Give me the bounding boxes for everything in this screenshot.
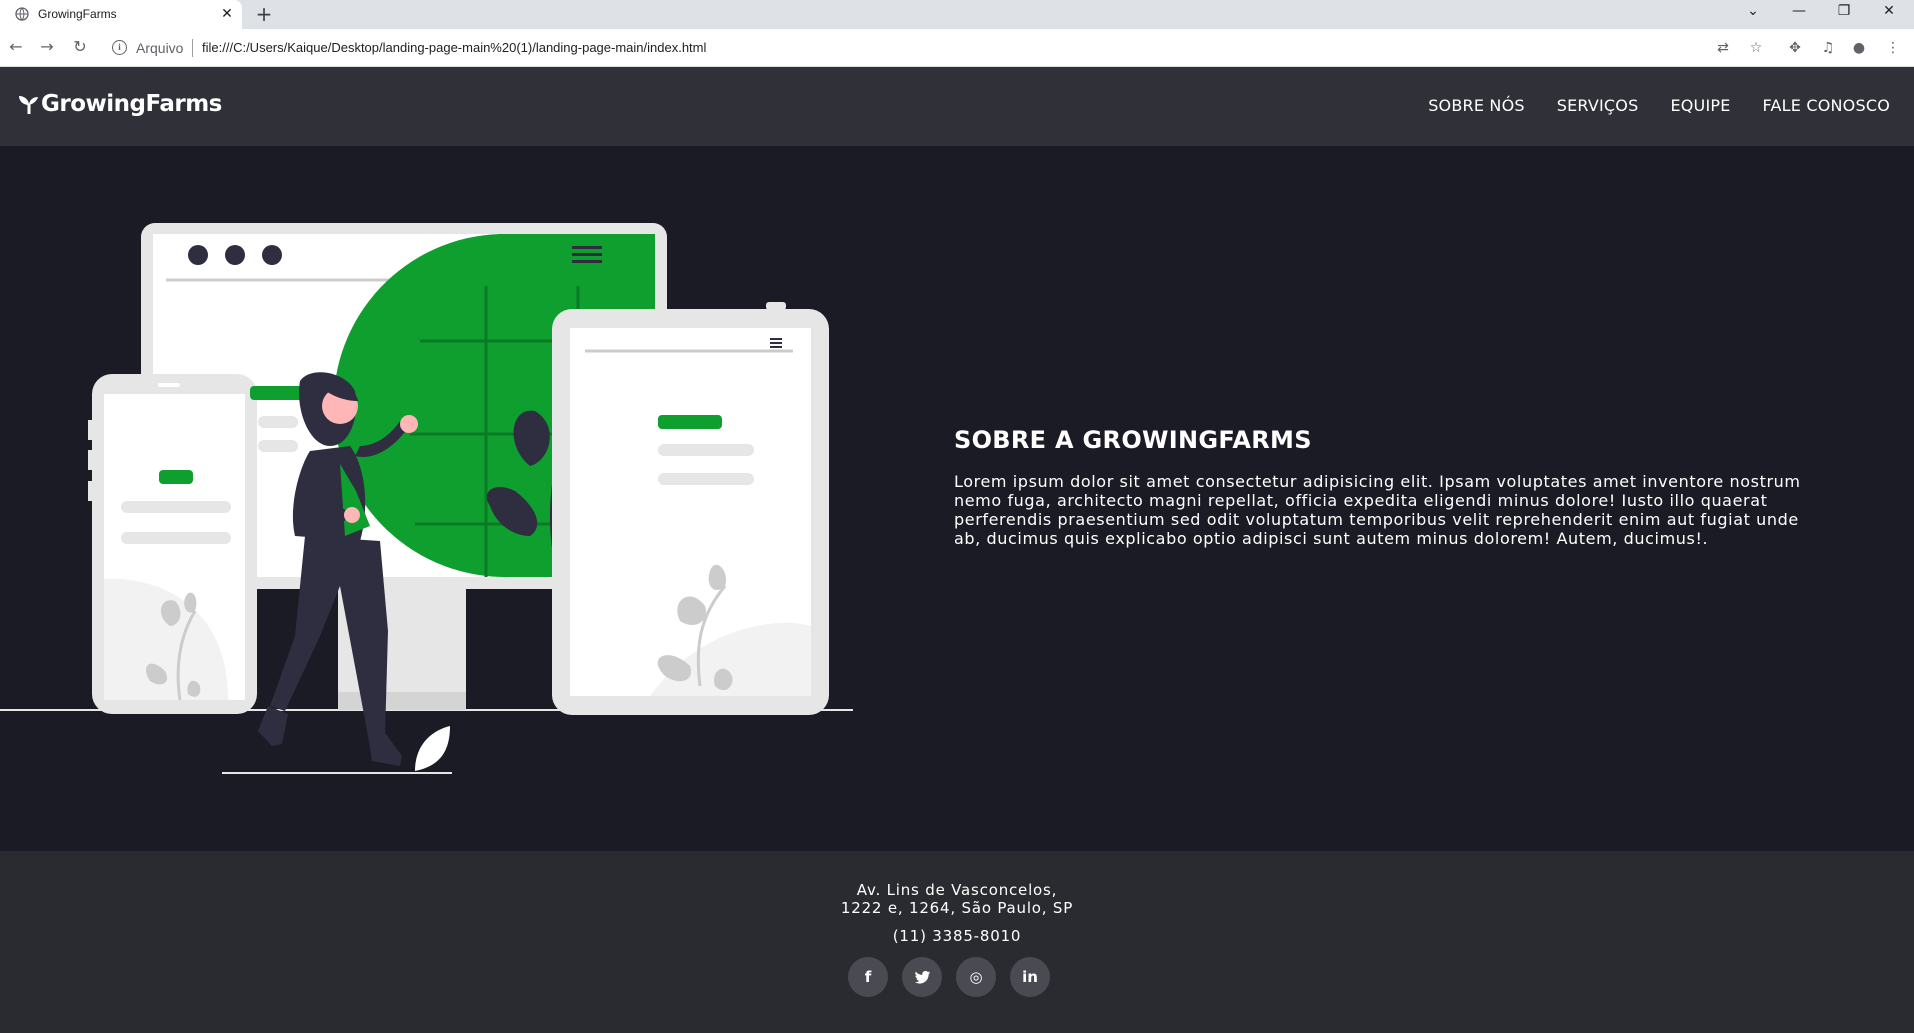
twitter-bird-icon bbox=[914, 970, 930, 984]
about-section: SOBRE A GROWINGFARMS Lorem ipsum dolor s… bbox=[954, 426, 1814, 548]
main-nav: SOBRE NÓS SERVIÇOS EQUIPE FALE CONOSCO bbox=[1428, 96, 1890, 115]
globe-icon bbox=[15, 7, 29, 21]
browser-toolbar: ← → ↻ i Arquivo file:///C:/Users/Kaique/… bbox=[0, 29, 1914, 67]
nav-link-equipe[interactable]: EQUIPE bbox=[1670, 96, 1730, 115]
address-line-2: 1222 e, 1264, São Paulo, SP bbox=[840, 899, 1074, 917]
hero-section: SOBRE A GROWINGFARMS Lorem ipsum dolor s… bbox=[0, 146, 1914, 851]
site-header: GrowingFarms SOBRE NÓS SERVIÇOS EQUIPE F… bbox=[0, 67, 1914, 146]
translate-icon[interactable]: ⇄ bbox=[1713, 38, 1733, 58]
devices-illustration bbox=[0, 223, 853, 774]
about-title: SOBRE A GROWINGFARMS bbox=[954, 426, 1312, 454]
footer-address: Av. Lins de Vasconcelos, 1222 e, 1264, S… bbox=[0, 881, 1914, 917]
address-line-1: Av. Lins de Vasconcelos, bbox=[856, 881, 1058, 899]
address-label: Arquivo bbox=[136, 40, 184, 56]
extensions-icon[interactable]: ✥ bbox=[1785, 38, 1805, 58]
linkedin-icon[interactable]: in bbox=[1010, 957, 1050, 997]
sprout-icon bbox=[19, 96, 38, 114]
footer-phone: (11) 3385-8010 bbox=[892, 927, 1022, 945]
star-icon[interactable]: ☆ bbox=[1746, 38, 1766, 58]
nav-link-servicos[interactable]: SERVIÇOS bbox=[1557, 96, 1639, 115]
tab-close-icon[interactable]: ✕ bbox=[219, 5, 235, 23]
reload-icon[interactable]: ↻ bbox=[70, 37, 90, 57]
minimize-icon[interactable]: — bbox=[1779, 0, 1819, 24]
tab-title: GrowingFarms bbox=[38, 7, 117, 21]
facebook-icon[interactable]: f bbox=[848, 957, 888, 997]
profile-icon[interactable]: ● bbox=[1849, 38, 1869, 58]
browser-tab[interactable]: GrowingFarms ✕ bbox=[0, 0, 242, 29]
browser-tab-bar: GrowingFarms ✕ + ⌄ — ❐ ✕ bbox=[0, 0, 1914, 29]
close-icon[interactable]: ✕ bbox=[1869, 0, 1909, 24]
menu-icon[interactable]: ⋮ bbox=[1883, 38, 1903, 58]
about-text: Lorem ipsum dolor sit amet consectetur a… bbox=[954, 472, 1801, 548]
media-icon[interactable]: ♫ bbox=[1818, 38, 1838, 58]
address-separator bbox=[192, 39, 193, 57]
site-logo[interactable]: GrowingFarms bbox=[18, 91, 222, 117]
address-bar[interactable]: file:///C:/Users/Kaique/Desktop/landing-… bbox=[202, 40, 706, 55]
twitter-icon[interactable] bbox=[902, 957, 942, 997]
nav-link-fale-conosco[interactable]: FALE CONOSCO bbox=[1763, 96, 1890, 115]
instagram-icon[interactable]: ◎ bbox=[956, 957, 996, 997]
nav-link-sobre-nos[interactable]: SOBRE NÓS bbox=[1428, 96, 1525, 115]
forward-icon[interactable]: → bbox=[37, 37, 57, 57]
info-icon[interactable]: i bbox=[112, 40, 127, 55]
back-icon[interactable]: ← bbox=[6, 37, 26, 57]
site-footer: Av. Lins de Vasconcelos, 1222 e, 1264, S… bbox=[0, 851, 1914, 1033]
logo-text: GrowingFarms bbox=[41, 91, 222, 117]
new-tab-button[interactable]: + bbox=[253, 3, 275, 25]
tab-search-icon[interactable]: ⌄ bbox=[1733, 0, 1773, 24]
restore-icon[interactable]: ❐ bbox=[1824, 0, 1864, 24]
social-links: f ◎ in bbox=[848, 957, 1050, 997]
